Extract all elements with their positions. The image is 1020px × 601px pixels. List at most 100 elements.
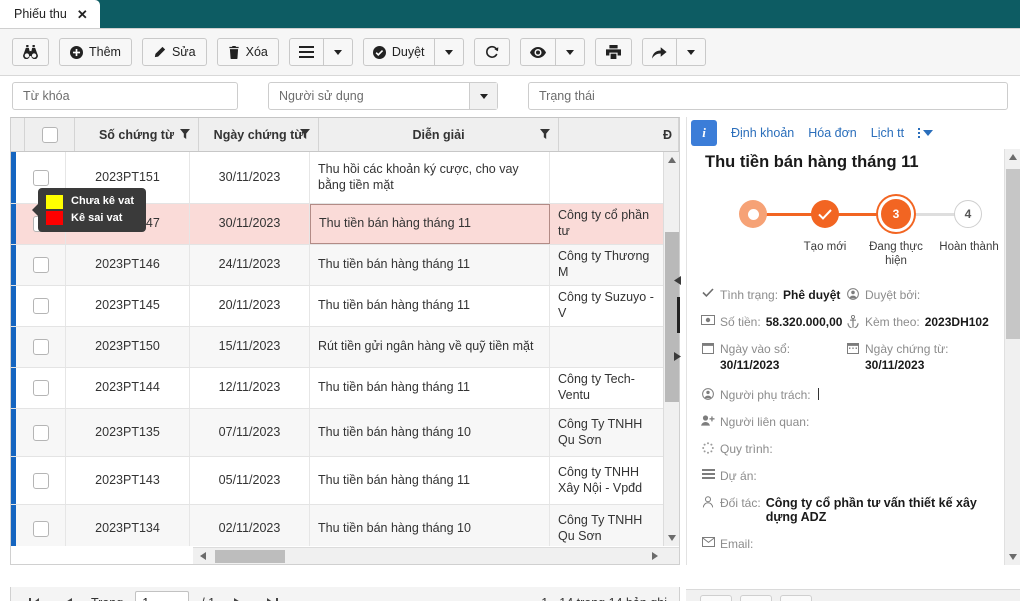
- row-checkbox-cell[interactable]: [16, 457, 66, 504]
- panel-splitter[interactable]: [674, 259, 683, 379]
- refresh-button[interactable]: [473, 38, 510, 66]
- comment-button[interactable]: [700, 595, 732, 601]
- person-icon: [701, 496, 715, 508]
- anchor-icon: [846, 315, 860, 328]
- field-email[interactable]: Email:: [701, 537, 991, 551]
- user-select[interactable]: Người sử dụng: [268, 82, 498, 110]
- approve-button[interactable]: Duyệt: [362, 38, 435, 66]
- splitter-handle[interactable]: [677, 297, 680, 333]
- field-quy-trinh[interactable]: Quy trình:: [701, 442, 991, 456]
- view-dropdown-button[interactable]: [554, 38, 585, 66]
- status-input[interactable]: Trạng thái: [528, 82, 1008, 110]
- close-icon[interactable]: ✕: [77, 8, 88, 21]
- table-row[interactable]: 2023PT134 02/11/2023 Thu tiền bán hàng t…: [11, 505, 679, 546]
- tab-dinh-khoan[interactable]: Định khoản: [731, 126, 794, 140]
- share-button[interactable]: [641, 38, 677, 66]
- keyword-search-input[interactable]: Từ khóa: [12, 82, 238, 110]
- hamburger-menu-button[interactable]: [288, 38, 324, 66]
- info-row-quy-trinh: Quy trình:: [701, 442, 991, 456]
- select-all-checkbox[interactable]: [41, 126, 58, 143]
- tab-hoa-don[interactable]: Hóa đơn: [808, 126, 857, 140]
- add-button[interactable]: Thêm: [59, 38, 132, 66]
- delete-button[interactable]: Xóa: [216, 38, 279, 66]
- field-doi-tac[interactable]: Đối tác: Công ty cổ phần tư vấn thiết kế…: [701, 496, 991, 524]
- user-dropdown-button[interactable]: [469, 83, 497, 109]
- row-checkbox-cell[interactable]: [16, 409, 66, 456]
- field-nguoi-phu-trach[interactable]: Người phụ trách:: [701, 388, 991, 402]
- row-checkbox[interactable]: [32, 380, 49, 396]
- dot-icon: [747, 208, 759, 220]
- row-checkbox[interactable]: [32, 520, 49, 537]
- tab-phieu-thu[interactable]: Phiếu thu ✕: [0, 0, 100, 28]
- field-du-an[interactable]: Dự án:: [701, 469, 991, 483]
- info-icon[interactable]: i: [691, 120, 717, 146]
- table-row[interactable]: 2023PT146 24/11/2023 Thu tiền bán hàng t…: [11, 245, 679, 286]
- scroll-up-icon[interactable]: [1005, 149, 1020, 165]
- splitter-collapse-right-icon[interactable]: [674, 350, 681, 364]
- scroll-down-icon[interactable]: [664, 530, 679, 546]
- more-options-icon[interactable]: [918, 128, 934, 138]
- stepper-step-1[interactable]: [739, 200, 767, 228]
- print-icon: [605, 45, 621, 59]
- row-checkbox-cell[interactable]: [16, 286, 66, 326]
- grid-horizontal-scrollbar[interactable]: [193, 547, 679, 564]
- grid-header-so-chung-tu[interactable]: Số chứng từ: [75, 118, 199, 151]
- next-page-button[interactable]: [227, 593, 249, 601]
- table-row[interactable]: 2023PT143 05/11/2023 Thu tiền bán hàng t…: [11, 457, 679, 505]
- menu-dropdown-button[interactable]: [322, 38, 353, 66]
- row-checkbox[interactable]: [32, 424, 49, 441]
- first-page-button[interactable]: [23, 593, 45, 601]
- scroll-up-icon[interactable]: [664, 152, 679, 168]
- scrollbar-thumb[interactable]: [215, 550, 285, 563]
- grid-header-dien-giai[interactable]: Diễn giải: [319, 118, 559, 151]
- row-checkbox-cell[interactable]: [16, 245, 66, 285]
- last-page-button[interactable]: [261, 593, 283, 601]
- search-button[interactable]: [12, 38, 49, 66]
- scroll-left-icon[interactable]: [195, 548, 211, 564]
- table-row[interactable]: 2023PT135 07/11/2023 Thu tiền bán hàng t…: [11, 409, 679, 457]
- table-row[interactable]: 2023PT144 12/11/2023 Thu tiền bán hàng t…: [11, 368, 679, 409]
- cell-doi-tac: Công ty cổ phần tư: [550, 204, 670, 244]
- edit-button[interactable]: Sửa: [141, 38, 207, 66]
- tab-lich-tt[interactable]: Lịch tt: [871, 126, 904, 140]
- table-row[interactable]: 2023PT150 15/11/2023 Rút tiền gửi ngân h…: [11, 327, 679, 368]
- scrollbar-thumb[interactable]: [1006, 169, 1020, 339]
- row-checkbox-cell[interactable]: [16, 327, 66, 367]
- grid-header-doi-tac[interactable]: Đ: [559, 118, 679, 151]
- cell-so-chung-tu: 2023PT134: [66, 505, 190, 546]
- page-number-input[interactable]: 1: [135, 590, 190, 601]
- row-checkbox-cell[interactable]: [16, 368, 66, 408]
- grid-header-select-all[interactable]: [25, 118, 75, 151]
- row-checkbox[interactable]: [32, 257, 49, 273]
- attachment-button[interactable]: [780, 595, 812, 601]
- cell-dien-giai[interactable]: Thu tiền bán hàng tháng 11: [310, 204, 550, 244]
- field-nguoi-lien-quan[interactable]: Người liên quan:: [701, 415, 991, 429]
- scroll-right-icon[interactable]: [647, 548, 663, 564]
- stepper-step-4[interactable]: 4: [954, 200, 982, 228]
- share-dropdown-button[interactable]: [675, 38, 706, 66]
- cell-doi-tac: Công ty Thương M: [550, 245, 670, 285]
- stepper-step-3[interactable]: 3: [878, 196, 914, 232]
- row-checkbox[interactable]: [32, 472, 49, 489]
- row-checkbox[interactable]: [32, 339, 49, 355]
- workflow-stepper: 3 4 Tạo mới Đang thực hiện Hoàn thành: [701, 188, 999, 267]
- stepper-step-2[interactable]: [811, 200, 839, 228]
- view-button[interactable]: [519, 38, 556, 66]
- row-checkbox-cell[interactable]: [16, 505, 66, 546]
- print-button[interactable]: [594, 38, 632, 66]
- table-row[interactable]: 2023PT145 20/11/2023 Thu tiền bán hàng t…: [11, 286, 679, 327]
- prev-page-button[interactable]: [57, 593, 79, 601]
- filter-icon[interactable]: [300, 128, 310, 142]
- approve-dropdown-button[interactable]: [433, 38, 464, 66]
- row-checkbox[interactable]: [32, 298, 49, 314]
- scroll-down-icon[interactable]: [1005, 549, 1020, 565]
- row-checkbox[interactable]: [32, 170, 49, 186]
- delete-label: Xóa: [245, 45, 268, 59]
- splitter-collapse-left-icon[interactable]: [674, 274, 681, 288]
- filter-icon[interactable]: [180, 128, 190, 142]
- grid-header-ngay-chung-tu[interactable]: Ngày chứng từ: [199, 118, 319, 151]
- calendar-button[interactable]: [740, 595, 772, 601]
- filter-icon[interactable]: [540, 128, 550, 142]
- grid-header-marker: [11, 118, 25, 151]
- detail-vertical-scrollbar[interactable]: [1004, 149, 1020, 565]
